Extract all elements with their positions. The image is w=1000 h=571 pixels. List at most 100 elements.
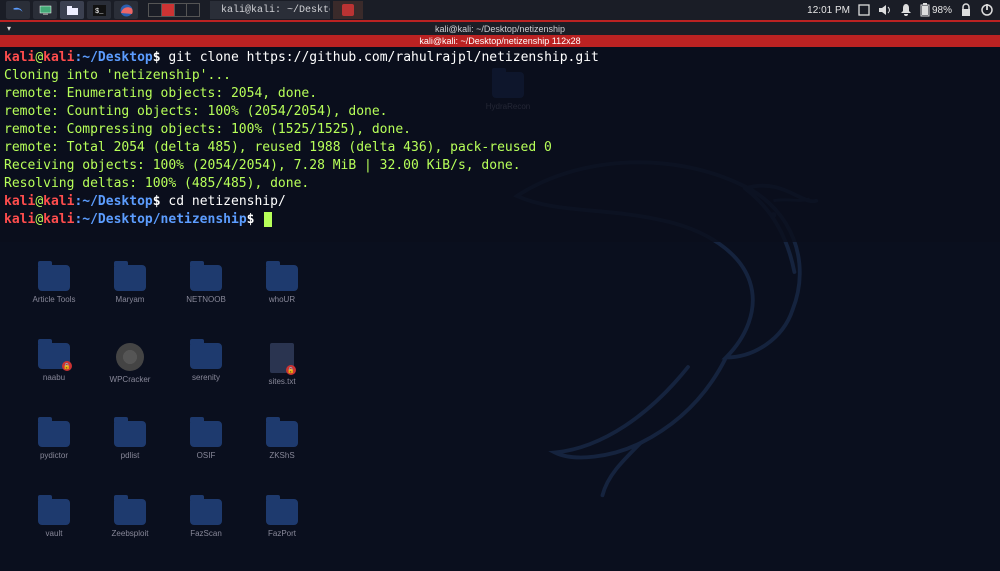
workspace-switcher[interactable] xyxy=(148,3,200,17)
folder-icon xyxy=(190,499,222,525)
power-icon[interactable] xyxy=(980,3,994,17)
folder-icon xyxy=(38,265,70,291)
desktop-icon[interactable]: ZKShS xyxy=(248,421,316,493)
volume-icon[interactable] xyxy=(878,4,892,16)
folder-icon xyxy=(266,421,298,447)
collapse-button[interactable]: ▾ xyxy=(4,23,14,33)
maximize-icon[interactable] xyxy=(858,4,870,16)
folder-icon xyxy=(114,265,146,291)
top-panel: $_ kali@kali: ~/Desktop/ne... 12:01 PM 9… xyxy=(0,0,1000,20)
folder-icon xyxy=(66,5,79,16)
panel-left: $_ kali@kali: ~/Desktop/ne... xyxy=(6,1,363,19)
app-menu-button[interactable] xyxy=(6,1,30,19)
terminal-launcher-button[interactable]: $_ xyxy=(87,1,111,19)
terminal-output-line: remote: Enumerating objects: 2054, done. xyxy=(4,85,996,103)
terminal-icon: $_ xyxy=(93,5,106,16)
workspace-4[interactable] xyxy=(187,4,199,16)
terminal-tab-label: kali@kali: ~/Desktop/netizenship 112x28 xyxy=(419,36,580,46)
desktop-icon[interactable]: 🔒 naabu xyxy=(20,343,88,415)
desktop-icon[interactable]: Article Tools xyxy=(20,265,88,337)
desktop-icon-grid: Article Tools Maryam NETNOOB whoUR 🔒 naabu WPC… xyxy=(20,265,318,571)
desktop-icon[interactable]: FazPort xyxy=(248,499,316,571)
battery-percent: 98% xyxy=(932,5,952,16)
workspace-1[interactable] xyxy=(149,4,162,16)
icon-label: serenity xyxy=(192,373,220,382)
terminal-body[interactable]: kali@kali:~/Desktop$ git clone https://g… xyxy=(0,47,1000,242)
desktop-icon[interactable]: Maryam xyxy=(96,265,164,337)
icon-label: whoUR xyxy=(269,295,295,304)
folder-icon xyxy=(114,499,146,525)
gear-icon xyxy=(116,343,144,371)
folder-icon xyxy=(190,265,222,291)
desktop-icon xyxy=(39,5,52,16)
desktop-icon[interactable]: vault xyxy=(20,499,88,571)
desktop-icon[interactable]: 🔒 sites.txt xyxy=(248,343,316,415)
icon-label: NETNOOB xyxy=(186,295,226,304)
icon-label: pydictor xyxy=(40,451,68,460)
folder-icon xyxy=(266,499,298,525)
cursor xyxy=(264,212,272,227)
icon-label: pdlist xyxy=(121,451,140,460)
lock-badge-icon: 🔒 xyxy=(286,365,296,375)
desktop-icon[interactable]: OSIF xyxy=(172,421,240,493)
browser-button[interactable] xyxy=(114,1,138,19)
terminal-tab[interactable]: kali@kali: ~/Desktop/netizenship 112x28 xyxy=(0,35,1000,47)
icon-label: WPCracker xyxy=(110,375,151,384)
terminal-output-line: Resolving deltas: 100% (485/485), done. xyxy=(4,175,996,193)
icon-label: ZKShS xyxy=(269,451,294,460)
clock[interactable]: 12:01 PM xyxy=(807,5,850,16)
icon-label: Zeebsploit xyxy=(112,529,149,538)
desktop-icon[interactable]: NETNOOB xyxy=(172,265,240,337)
terminal-output-line: remote: Compressing objects: 100% (1525/… xyxy=(4,121,996,139)
battery-indicator[interactable]: 98% xyxy=(920,3,952,17)
terminal-window[interactable]: ▾ kali@kali: ~/Desktop/netizenship kali@… xyxy=(0,20,1000,242)
desktop-icon[interactable]: pydictor xyxy=(20,421,88,493)
firefox-icon xyxy=(120,4,133,17)
terminal-prompt-line: kali@kali:~/Desktop/netizenship$ xyxy=(4,211,996,229)
icon-label: naabu xyxy=(43,373,65,382)
icon-label: FazScan xyxy=(190,529,222,538)
panel-right: 12:01 PM 98% xyxy=(807,3,994,17)
notifications-icon[interactable] xyxy=(900,3,912,17)
file-manager-button[interactable] xyxy=(60,1,84,19)
folder-icon xyxy=(38,421,70,447)
folder-icon xyxy=(114,421,146,447)
taskbar-item-label: kali@kali: ~/Desktop/ne... xyxy=(221,5,330,16)
folder-icon xyxy=(190,421,222,447)
folder-icon: 🔒 xyxy=(38,343,70,369)
taskbar-item-terminal[interactable]: kali@kali: ~/Desktop/ne... xyxy=(210,1,330,19)
workspace-3[interactable] xyxy=(175,4,188,16)
terminal-prompt-line: kali@kali:~/Desktop$ git clone https://g… xyxy=(4,49,996,67)
svg-text:$_: $_ xyxy=(95,8,104,16)
terminal-output-line: remote: Total 2054 (delta 485), reused 1… xyxy=(4,139,996,157)
icon-label: Article Tools xyxy=(33,295,76,304)
folder-icon xyxy=(266,265,298,291)
icon-label: OSIF xyxy=(197,451,216,460)
taskbar-item-terminal-2[interactable] xyxy=(333,1,363,19)
icon-label: FazPort xyxy=(268,529,296,538)
desktop-icon[interactable]: pdlist xyxy=(96,421,164,493)
terminal-output-line: remote: Counting objects: 100% (2054/205… xyxy=(4,103,996,121)
folder-icon xyxy=(38,499,70,525)
battery-icon xyxy=(920,3,930,17)
terminal-output-line: Receiving objects: 100% (2054/2054), 7.2… xyxy=(4,157,996,175)
window-controls: ▾ xyxy=(4,23,14,33)
terminal-icon xyxy=(342,4,354,16)
terminal-output-line: Cloning into 'netizenship'... xyxy=(4,67,996,85)
desktop-icon[interactable]: WPCracker xyxy=(96,343,164,415)
workspace-2-active[interactable] xyxy=(162,4,175,16)
icon-label: sites.txt xyxy=(268,377,295,386)
kali-icon xyxy=(12,4,24,16)
terminal-prompt-line: kali@kali:~/Desktop$ cd netizenship/ xyxy=(4,193,996,211)
icon-label: Maryam xyxy=(116,295,145,304)
desktop-icon[interactable]: whoUR xyxy=(248,265,316,337)
terminal-titlebar[interactable]: ▾ kali@kali: ~/Desktop/netizenship xyxy=(0,22,1000,35)
desktop-icon[interactable]: serenity xyxy=(172,343,240,415)
terminal-title: kali@kali: ~/Desktop/netizenship xyxy=(435,24,565,34)
show-desktop-button[interactable] xyxy=(33,1,57,19)
desktop-icon[interactable]: FazScan xyxy=(172,499,240,571)
desktop-icon[interactable]: Zeebsploit xyxy=(96,499,164,571)
folder-icon xyxy=(190,343,222,369)
lock-icon[interactable] xyxy=(960,3,972,17)
icon-label: vault xyxy=(46,529,63,538)
